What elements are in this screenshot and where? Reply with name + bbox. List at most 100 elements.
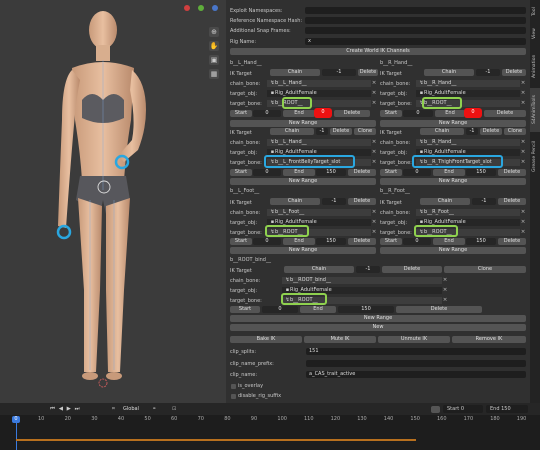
clip-splits-field[interactable]: 151 bbox=[306, 348, 526, 355]
exploit-field[interactable] bbox=[305, 7, 526, 14]
refhash-field[interactable] bbox=[305, 17, 526, 24]
end-button[interactable]: End bbox=[435, 110, 465, 117]
chain-value[interactable]: -1 bbox=[356, 266, 380, 273]
clear-icon[interactable]: × bbox=[520, 90, 526, 97]
chain-bone-field[interactable]: ↯b__L_Foot__ bbox=[267, 209, 371, 216]
end-value[interactable]: 150 bbox=[338, 306, 394, 313]
chain-bone-field[interactable]: ↯b__L_Hand__ bbox=[267, 80, 371, 87]
clear-icon[interactable]: × bbox=[520, 139, 526, 146]
target-obj-field[interactable]: ▪Rig_AdultFemale bbox=[267, 90, 371, 97]
clear-icon[interactable]: × bbox=[371, 219, 377, 226]
grid-icon[interactable]: ▦ bbox=[209, 69, 219, 79]
orientation-dropdown[interactable]: Global bbox=[123, 406, 139, 412]
clone-button[interactable]: Clone bbox=[444, 266, 526, 273]
delete-button[interactable]: Delete bbox=[498, 198, 526, 205]
clear-icon[interactable]: × bbox=[520, 80, 526, 87]
zoom-icon[interactable]: ⊕ bbox=[209, 27, 219, 37]
tab-view[interactable]: View bbox=[530, 24, 540, 44]
start-button[interactable]: Start bbox=[230, 306, 260, 313]
remove-ik-button[interactable]: Remove IK bbox=[452, 336, 526, 343]
clear-icon[interactable]: × bbox=[520, 159, 526, 166]
chain-bone-field[interactable]: ↯b__ROOT_bind__ bbox=[282, 277, 442, 284]
new-range-button[interactable]: New Range bbox=[230, 120, 376, 127]
clip-prefix-field[interactable] bbox=[306, 360, 526, 367]
3d-viewport[interactable]: ⊕ ✋ ▣ ▦ bbox=[0, 0, 226, 403]
new-range-button[interactable]: New Range bbox=[230, 247, 376, 254]
delete-button[interactable]: Delete bbox=[484, 110, 526, 117]
start-button[interactable]: Start bbox=[230, 110, 252, 117]
chain-button[interactable]: Chain bbox=[420, 128, 464, 135]
record-icon[interactable] bbox=[431, 406, 440, 413]
delete-button[interactable]: Delete bbox=[396, 306, 482, 313]
clear-icon[interactable]: × bbox=[371, 229, 377, 236]
new-button[interactable]: New bbox=[230, 324, 526, 331]
end-value-highlight[interactable]: 0 bbox=[314, 108, 332, 118]
chain-button[interactable]: Chain bbox=[420, 198, 470, 205]
clear-icon[interactable]: × bbox=[371, 209, 377, 216]
mute-ik-button[interactable]: Mute IK bbox=[304, 336, 376, 343]
disable-rig-suffix-checkbox[interactable] bbox=[231, 394, 236, 399]
snap-field[interactable] bbox=[305, 27, 526, 34]
delete-button[interactable]: Delete bbox=[348, 198, 376, 205]
end-value[interactable]: 150 bbox=[316, 169, 346, 176]
chain-button[interactable]: Chain bbox=[270, 128, 314, 135]
end-frame-field[interactable]: End 150 bbox=[486, 405, 528, 413]
is-overlay-checkbox[interactable] bbox=[231, 384, 236, 389]
bake-ik-button[interactable]: Bake IK bbox=[230, 336, 302, 343]
end-value[interactable]: 150 bbox=[466, 238, 496, 245]
chain-button[interactable]: Chain bbox=[424, 69, 474, 76]
delete-button[interactable]: Delete bbox=[498, 169, 526, 176]
new-range-button[interactable]: New Range bbox=[380, 247, 526, 254]
clear-icon[interactable]: × bbox=[442, 277, 448, 284]
clear-icon[interactable]: × bbox=[520, 219, 526, 226]
chain-bone-field[interactable]: ↯b__R_Hand__ bbox=[416, 80, 520, 87]
new-range-button[interactable]: New Range bbox=[230, 178, 376, 185]
tab-animation[interactable]: Animation bbox=[530, 46, 540, 86]
chain-bone-field[interactable]: ↯b__R_Foot__ bbox=[416, 209, 520, 216]
start-button[interactable]: Start bbox=[230, 238, 252, 245]
chain-bone-field[interactable]: ↯b__R_Hand__ bbox=[416, 139, 520, 146]
start-value[interactable]: 0 bbox=[403, 169, 431, 176]
delete-button[interactable]: Delete bbox=[498, 238, 526, 245]
chain-value[interactable]: -1 bbox=[476, 69, 500, 76]
playhead[interactable] bbox=[16, 423, 17, 450]
start-value[interactable]: 0 bbox=[253, 238, 281, 245]
end-value[interactable]: 150 bbox=[316, 238, 346, 245]
start-value[interactable]: 0 bbox=[253, 110, 281, 117]
clear-icon[interactable]: × bbox=[442, 287, 448, 294]
timeline[interactable]: 0 10 20 30 40 50 60 70 80 90 100 110 120 130 140 150 16… bbox=[0, 415, 540, 450]
delete-button[interactable]: Delete bbox=[348, 169, 376, 176]
clip-name-field[interactable]: a_CAS_trait_active bbox=[306, 371, 526, 378]
chain-value[interactable]: -1 bbox=[466, 128, 478, 135]
clear-icon[interactable]: × bbox=[371, 149, 377, 156]
y-axis-icon[interactable] bbox=[198, 5, 204, 11]
chain-value[interactable]: -1 bbox=[322, 198, 346, 205]
delete-button[interactable]: Delete bbox=[382, 266, 442, 273]
end-button[interactable]: End bbox=[283, 238, 315, 245]
pivot-icon[interactable]: ⚭ bbox=[152, 406, 156, 412]
transform-icon[interactable]: ⌗ bbox=[112, 406, 120, 412]
delete-button[interactable]: Delete bbox=[348, 238, 376, 245]
chain-value[interactable]: -1 bbox=[472, 198, 496, 205]
end-button[interactable]: End bbox=[283, 110, 315, 117]
tab-tool[interactable]: Tool bbox=[530, 2, 540, 22]
delete-button[interactable]: Delete bbox=[480, 128, 502, 135]
clear-icon[interactable]: × bbox=[371, 159, 377, 166]
delete-button[interactable]: Delete bbox=[502, 69, 526, 76]
delete-button[interactable]: Delete bbox=[334, 110, 370, 117]
clear-icon[interactable]: × bbox=[371, 80, 377, 87]
chain-value[interactable]: -1 bbox=[322, 69, 356, 76]
unmute-ik-button[interactable]: Unmute IK bbox=[378, 336, 450, 343]
clear-icon[interactable]: × bbox=[520, 149, 526, 156]
start-frame-field[interactable]: Start 0 bbox=[443, 405, 483, 413]
start-value[interactable]: 0 bbox=[403, 238, 431, 245]
new-range-button[interactable]: New Range bbox=[380, 178, 526, 185]
start-button[interactable]: Start bbox=[380, 110, 402, 117]
end-value[interactable]: 150 bbox=[466, 169, 496, 176]
start-button[interactable]: Start bbox=[230, 169, 252, 176]
clear-icon[interactable]: × bbox=[520, 209, 526, 216]
tab-grease-pencil[interactable]: Grease Pencil bbox=[530, 134, 540, 178]
end-button[interactable]: End bbox=[300, 306, 336, 313]
new-range-button[interactable]: New Range bbox=[380, 120, 526, 127]
clone-button[interactable]: Clone bbox=[354, 128, 376, 135]
